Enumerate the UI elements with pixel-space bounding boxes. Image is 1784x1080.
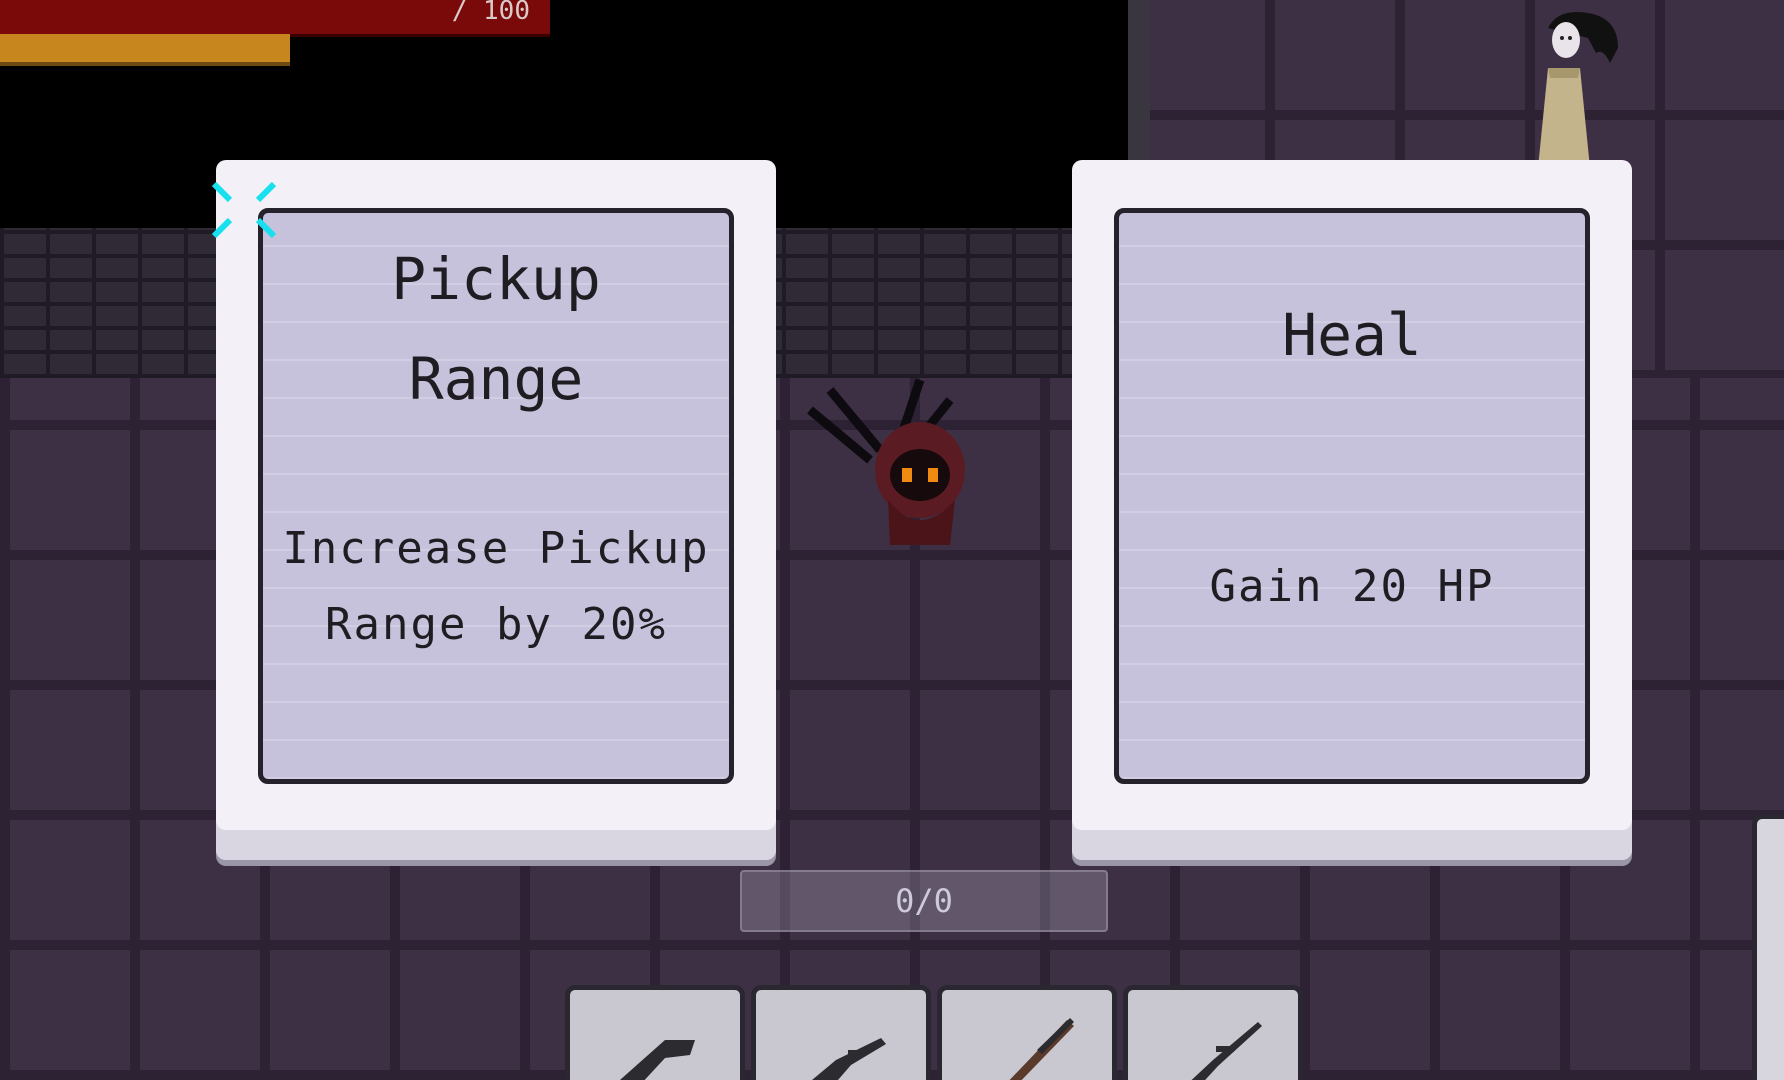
hotbar-slot-3[interactable] [937,985,1117,1080]
upgrade-card-pickup-range[interactable]: Pickup Range Increase Pickup Range by 20… [216,160,776,860]
card-description: Gain 20 HP [1209,561,1495,612]
hotbar-slot-4[interactable] [1123,985,1303,1080]
game-scene: / 100 Pickup Range Increase Pickup Range… [0,0,1784,1080]
ghost-girl-icon [1538,12,1618,168]
health-bar: / 100 [0,0,550,37]
card-panel: Pickup Range Increase Pickup Range by 20… [258,208,734,784]
pistol-icon [620,1040,695,1080]
sniper-icon [1191,1022,1262,1080]
card-title: Pickup Range [391,245,601,413]
experience-bar [0,34,290,66]
health-text: / 100 [451,0,530,26]
sparkle-icon [211,181,277,239]
side-panel [1752,814,1784,1080]
card-title: Heal [1282,301,1422,369]
weapon-hotbar [565,985,1303,1080]
upgrade-counter: 0/0 [740,870,1108,932]
upgrade-card-heal[interactable]: Heal Gain 20 HP [1072,160,1632,860]
hooded-devil-icon [807,378,965,545]
rifle-icon [812,1038,886,1080]
card-panel: Heal Gain 20 HP [1114,208,1590,784]
hotbar-slot-2[interactable] [751,985,931,1080]
card-description: Increase Pickup Range by 20% [282,523,710,650]
shotgun-icon [1009,1018,1074,1080]
hotbar-slot-1[interactable] [565,985,745,1080]
wall-pillar [1128,0,1150,170]
